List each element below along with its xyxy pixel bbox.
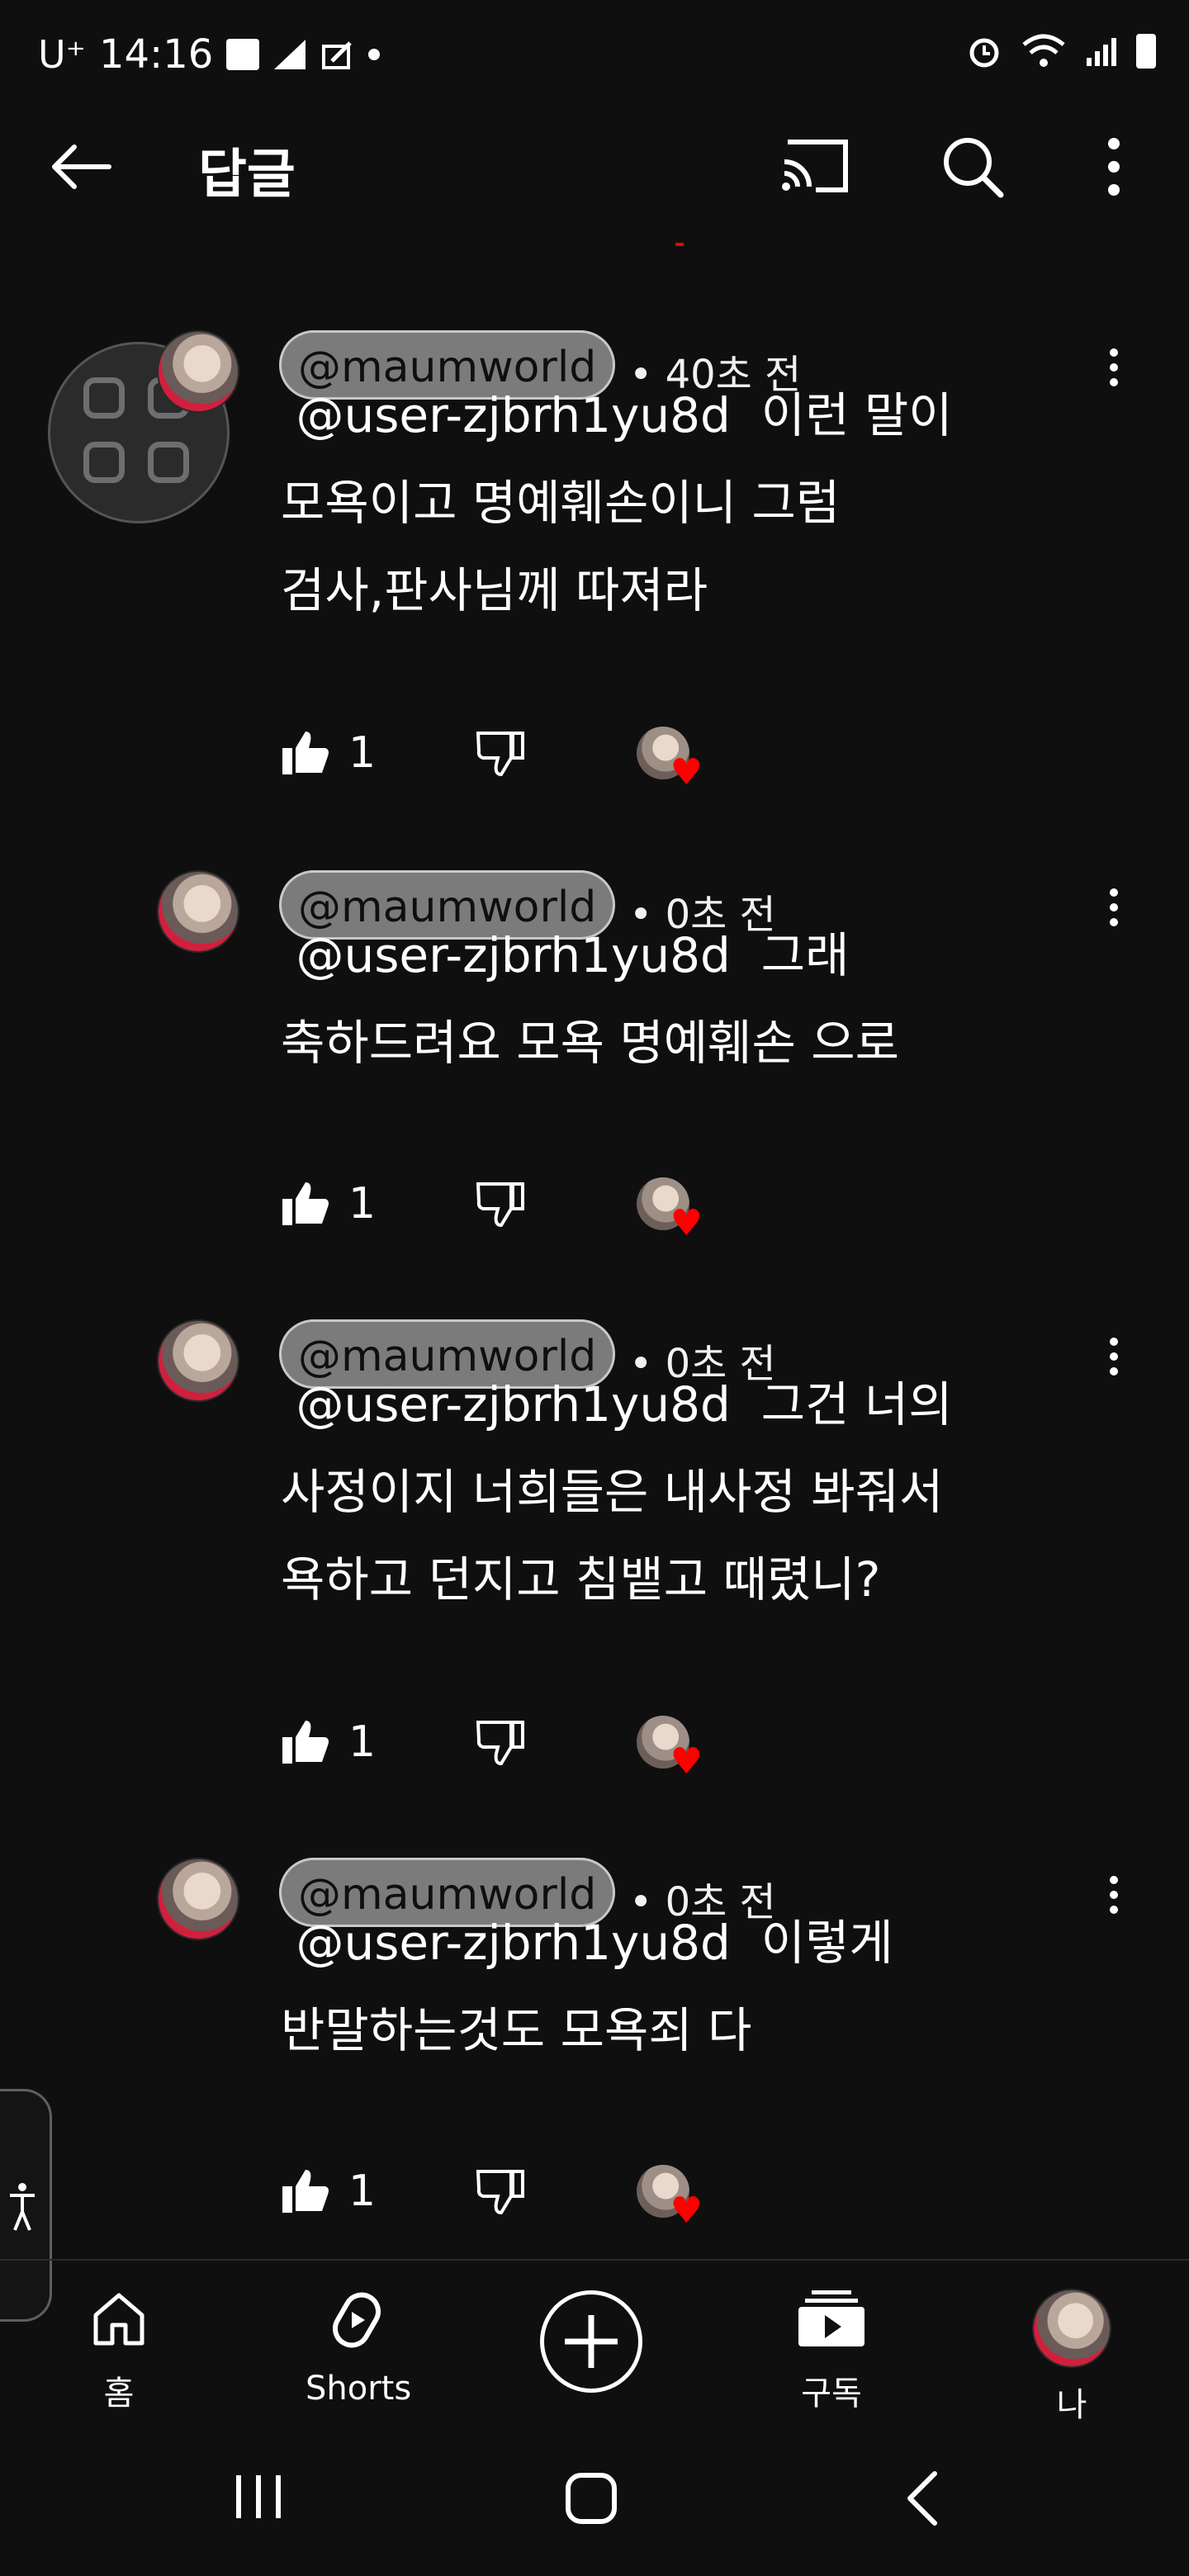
signal-icon (1087, 38, 1116, 66)
accessibility-icon (10, 2183, 35, 2231)
thumb-up-icon[interactable] (281, 1719, 330, 1765)
more-vert-icon[interactable] (1101, 134, 1126, 200)
nav-subscriptions-label: 구독 (801, 2375, 862, 2413)
status-bar: U⁺ 14:16 (0, 0, 1189, 112)
like-count: 1 (348, 2166, 377, 2216)
scroll-indicator-mark (675, 243, 684, 246)
bottom-navigation: 홈 Shorts 구독 나 (0, 2259, 1189, 2426)
heart-icon: ♥ (670, 2190, 703, 2232)
heart-icon: ♥ (670, 751, 703, 793)
shorts-icon (333, 2292, 381, 2348)
comment-text: @user-zjbrh1yu8d 이렇게 반말하는것도 모욕죄 다 (281, 1899, 1106, 2074)
mention-link[interactable]: @user-zjbrh1yu8d (296, 387, 730, 443)
heart-icon: ♥ (670, 1740, 703, 1783)
comment-line: 반말하는것도 모욕죄 다 (281, 2002, 752, 2058)
more-vert-icon[interactable] (1110, 882, 1118, 933)
nav-subscriptions[interactable]: 구독 (794, 2289, 869, 2414)
comment-line-text: 그건 너의 (760, 1376, 953, 1432)
comment-actions: 1 ♥ (281, 1171, 703, 1242)
comment-line-text: 이런 말이 (760, 387, 953, 443)
creator-heart-badge: ♥ (637, 2165, 703, 2229)
creator-heart-badge: ♥ (637, 1716, 703, 1780)
back-button-icon[interactable] (903, 2470, 940, 2526)
top-app-bar: 답글 (0, 112, 1189, 220)
avatar[interactable] (157, 1319, 239, 1402)
search-icon[interactable] (940, 134, 1006, 200)
thumb-up-icon[interactable] (281, 730, 330, 776)
nav-shorts-label: Shorts (306, 2370, 412, 2408)
comment-line: @user-zjbrh1yu8d 이런 말이 (281, 372, 1106, 459)
page-title: 답글 (198, 144, 296, 206)
edit-notification-icon (322, 41, 353, 69)
gallery-notification-icon (226, 39, 260, 70)
mention-link[interactable]: @user-zjbrh1yu8d (296, 927, 730, 983)
comment-actions: 1 ♥ (281, 2158, 703, 2229)
creator-heart-badge: ♥ (637, 727, 703, 791)
more-notifications-dot-icon (368, 49, 381, 60)
comment-line: 검사,판사님께 따져라 (281, 562, 708, 618)
arrow-left-icon[interactable] (50, 142, 112, 192)
carrier-label: U⁺ (38, 32, 86, 77)
recent-apps-icon[interactable] (233, 2472, 284, 2522)
more-vert-icon[interactable] (1110, 1869, 1118, 1920)
status-right (966, 33, 1156, 69)
nav-shorts[interactable]: Shorts (306, 2289, 412, 2408)
system-navigation-bar (0, 2424, 1189, 2576)
comment-line: 모욕이고 명예훼손이니 그럼 (281, 475, 841, 531)
like-count: 1 (348, 1179, 377, 1229)
like-count: 1 (348, 1717, 377, 1767)
thumb-down-icon[interactable] (476, 730, 526, 776)
mention-link[interactable]: @user-zjbrh1yu8d (296, 1915, 730, 1971)
comment-text: @user-zjbrh1yu8d 이런 말이 모욕이고 명예훼손이니 그럼 검사… (281, 372, 1106, 634)
avatar[interactable] (157, 330, 239, 413)
thumb-down-icon[interactable] (476, 1719, 526, 1765)
thumb-up-icon[interactable] (281, 2168, 330, 2214)
thumb-down-icon[interactable] (476, 1181, 526, 1227)
heart-icon: ♥ (670, 1202, 703, 1244)
nav-you-label: 나 (1056, 2386, 1087, 2424)
alarm-icon (969, 38, 999, 68)
comment-line: 축하드려요 모욕 명예훼손 으로 (281, 1015, 899, 1071)
comment-line: 사정이지 너희들은 내사정 봐줘서 (281, 1464, 944, 1520)
battery-icon (1136, 34, 1156, 69)
cast-icon[interactable] (779, 137, 852, 195)
comment-text: @user-zjbrh1yu8d 그건 너의 사정이지 너희들은 내사정 봐줘서… (281, 1361, 1106, 1623)
avatar (1032, 2289, 1111, 2368)
nav-you[interactable]: 나 (1030, 2289, 1113, 2426)
comment-actions: 1 ♥ (281, 720, 703, 791)
create-button[interactable] (540, 2290, 642, 2393)
avatar[interactable] (157, 870, 239, 953)
home-icon (93, 2293, 144, 2346)
wifi-icon (1022, 34, 1065, 67)
clock: 14:16 (98, 31, 214, 78)
creator-heart-badge: ♥ (637, 1177, 703, 1242)
comment-line: @user-zjbrh1yu8d 이렇게 (281, 1899, 1106, 1986)
thumb-up-icon[interactable] (281, 1181, 330, 1227)
comment-actions: 1 ♥ (281, 1709, 703, 1780)
thumb-down-icon[interactable] (476, 2168, 526, 2214)
comment-text: @user-zjbrh1yu8d 그래 축하드려요 모욕 명예훼손 으로 (281, 912, 1106, 1087)
nav-home-label: 홈 (103, 2375, 135, 2413)
more-vert-icon[interactable] (1110, 1331, 1118, 1382)
status-left: U⁺ 14:16 (38, 31, 381, 78)
nav-home[interactable]: 홈 (83, 2289, 155, 2414)
avatar[interactable] (157, 1858, 239, 1940)
mention-link[interactable]: @user-zjbrh1yu8d (296, 1376, 730, 1432)
subscriptions-icon (798, 2290, 865, 2346)
comment-line: 욕하고 던지고 침뱉고 때렸니? (281, 1551, 881, 1608)
like-count: 1 (348, 728, 377, 778)
home-button-icon[interactable] (565, 2472, 618, 2525)
comment-line-text: 그래 (760, 927, 850, 983)
comment-line-text: 이렇게 (760, 1915, 893, 1971)
more-vert-icon[interactable] (1110, 342, 1118, 393)
comment-line: @user-zjbrh1yu8d 그래 (281, 912, 1106, 999)
comment-line: @user-zjbrh1yu8d 그건 너의 (281, 1361, 1106, 1448)
chart-notification-icon (274, 40, 306, 69)
